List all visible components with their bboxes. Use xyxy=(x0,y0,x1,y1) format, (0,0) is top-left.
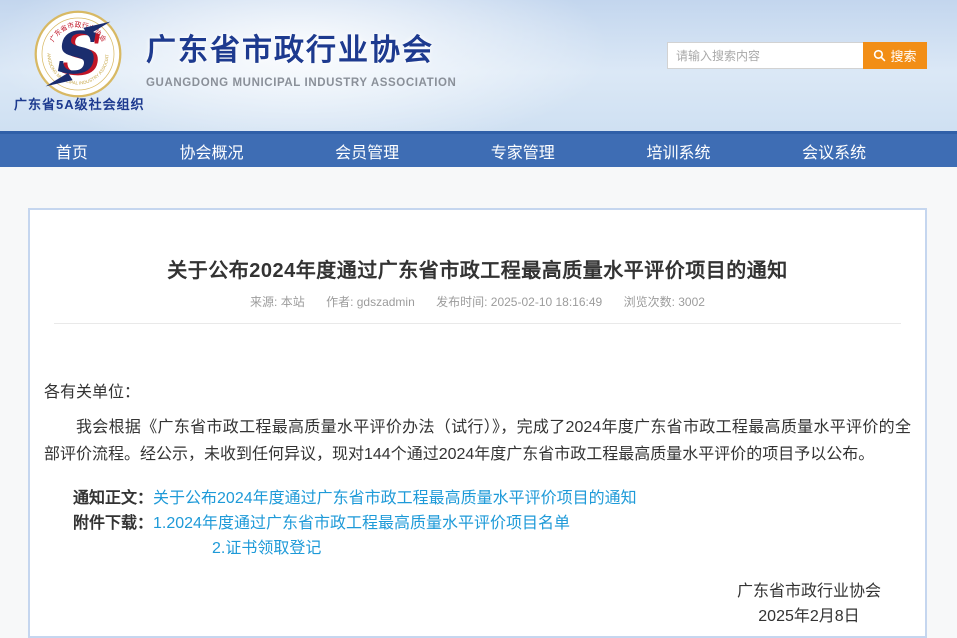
meta-divider xyxy=(54,323,901,324)
search-button-label: 搜索 xyxy=(890,46,916,65)
org-logo[interactable]: 广东省市政行业协会 GUANGDONG MUNICIPAL INDUSTRY A… xyxy=(33,9,123,99)
meta-author: 作者: gdszadmin xyxy=(326,295,415,309)
nav-item-members[interactable]: 会员管理 xyxy=(335,139,399,163)
meta-views: 浏览次数: 3002 xyxy=(624,295,705,309)
article-card: 关于公布2024年度通过广东省市政工程最高质量水平评价项目的通知 来源: 本站 … xyxy=(28,208,927,638)
notice-label: 通知正文： xyxy=(73,490,153,507)
attachment-label: 附件下载： xyxy=(73,515,153,532)
site-header: 广东省市政行业协会 GUANGDONG MUNICIPAL INDUSTRY A… xyxy=(0,0,957,131)
nav-item-meetings[interactable]: 会议系统 xyxy=(802,139,866,163)
search-icon xyxy=(873,49,886,62)
main-nav: 首页 协会概况 会员管理 专家管理 培训系统 会议系统 xyxy=(0,131,957,167)
badge-5a-label: 广东省5A级社会组织 xyxy=(14,94,145,113)
links-block: 通知正文：关于公布2024年度通过广东省市政工程最高质量水平评价项目的通知 附件… xyxy=(44,486,911,561)
signature-org: 广东省市政行业协会 xyxy=(737,579,881,604)
nav-item-overview[interactable]: 协会概况 xyxy=(179,139,243,163)
signature-block: 广东省市政行业协会 2025年2月8日 xyxy=(737,579,881,629)
org-name-english: GUANGDONG MUNICIPAL INDUSTRY ASSOCIATION xyxy=(146,77,456,89)
body-paragraph: 我会根据《广东省市政工程最高质量水平评价办法（试行）》，完成了2024年度广东省… xyxy=(44,414,911,468)
nav-item-training[interactable]: 培训系统 xyxy=(646,139,710,163)
article-meta: 来源: 本站 作者: gdszadmin 发布时间: 2025-02-10 18… xyxy=(30,293,925,310)
search-bar: 搜索 xyxy=(667,42,927,69)
org-logo-emblem: 广东省市政行业协会 GUANGDONG MUNICIPAL INDUSTRY A… xyxy=(33,9,123,99)
signature-date: 2025年2月8日 xyxy=(737,604,881,629)
search-button[interactable]: 搜索 xyxy=(863,42,927,69)
salutation: 各有关单位： xyxy=(44,380,911,406)
nav-item-home[interactable]: 首页 xyxy=(56,139,88,163)
page-title: 关于公布2024年度通过广东省市政工程最高质量水平评价项目的通知 xyxy=(30,254,925,283)
org-name: 广东省市政行业协会 xyxy=(146,25,456,69)
brand-text-block: 广东省市政行业协会 GUANGDONG MUNICIPAL INDUSTRY A… xyxy=(146,25,456,89)
notice-link[interactable]: 关于公布2024年度通过广东省市政工程最高质量水平评价项目的通知 xyxy=(153,490,637,507)
meta-source: 来源: 本站 xyxy=(250,295,305,309)
main-area: 关于公布2024年度通过广东省市政工程最高质量水平评价项目的通知 来源: 本站 … xyxy=(0,167,957,638)
attachment-link-2[interactable]: 2.证书领取登记 xyxy=(212,540,321,557)
search-input[interactable] xyxy=(667,42,863,69)
meta-publish: 发布时间: 2025-02-10 18:16:49 xyxy=(436,295,602,309)
article-body: 各有关单位： 我会根据《广东省市政工程最高质量水平评价办法（试行）》，完成了20… xyxy=(30,380,925,561)
attachment-link-1[interactable]: 1.2024年度通过广东省市政工程最高质量水平评价项目名单 xyxy=(153,515,570,532)
nav-item-experts[interactable]: 专家管理 xyxy=(491,139,555,163)
attachment-row-2: 2.证书领取登记 xyxy=(73,536,911,561)
notice-row: 通知正文：关于公布2024年度通过广东省市政工程最高质量水平评价项目的通知 xyxy=(73,486,911,511)
attachment-row-1: 附件下载：1.2024年度通过广东省市政工程最高质量水平评价项目名单 xyxy=(73,511,911,536)
